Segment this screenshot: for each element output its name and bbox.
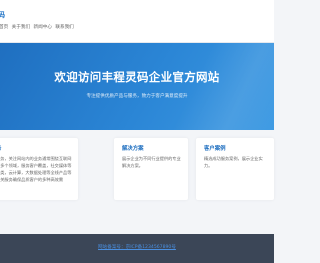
- nav-item-news[interactable]: 新闻中心: [34, 25, 52, 30]
- nav-item-about[interactable]: 关于我们: [12, 25, 30, 30]
- hero-title: 欢迎访问丰程灵码企业官方网站: [54, 70, 220, 84]
- cases-card[interactable]: 客户案例 精选成功服务案例，展示企业实力。: [196, 138, 274, 200]
- main-nav: 首页 关于我们 新闻中心 联系我们: [0, 24, 76, 30]
- nav-item-contact[interactable]: 联系我们: [55, 25, 73, 30]
- hero-banner: 欢迎访问丰程灵码企业官方网站 专注提供优质产品与服务，致力于客户满意度提升: [0, 43, 274, 130]
- hero-decoration: [90, 43, 274, 130]
- card-text: 精选成功服务案例，展示企业实力。: [204, 156, 263, 168]
- service-card[interactable]: 务 服务，关注网站内的业务通常围绕互联网等多个领域，服务客户覆盖，社交媒体等各类…: [0, 138, 78, 200]
- hero-subtitle: 专注提供优质产品与服务，致力于客户满意度提升: [86, 94, 188, 99]
- site-footer: 网站备案号：京ICP备1234567890号: [0, 234, 274, 263]
- card-text: 展示企业为不同行业提供的专业解决方案。: [122, 156, 181, 168]
- site-logo[interactable]: 码: [0, 10, 5, 20]
- card-title: 客户案例: [204, 146, 226, 152]
- card-title: 务: [0, 144, 1, 152]
- card-text: 服务，关注网站内的业务通常围绕互联网等多个领域，服务客户覆盖，社交媒体等各类，云…: [0, 156, 72, 182]
- icp-record-link[interactable]: 网站备案号：京ICP备1234567890号: [0, 244, 274, 250]
- solutions-card[interactable]: 解决方案 展示企业为不同行业提供的专业解决方案。: [114, 138, 188, 200]
- nav-item-home[interactable]: 首页: [0, 25, 8, 30]
- card-title: 解决方案: [122, 146, 144, 152]
- site-header: 码 首页 关于我们 新闻中心 联系我们: [0, 0, 274, 43]
